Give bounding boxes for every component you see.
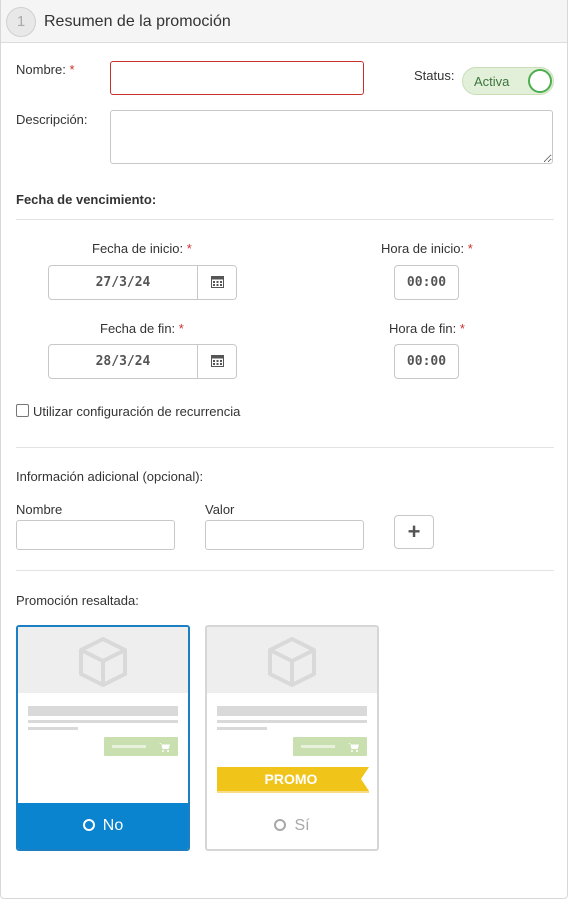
product-image-placeholder [18,627,188,693]
promotion-summary-panel: 1 Resumen de la promoción Nombre: * Stat… [0,0,568,899]
add-to-cart-placeholder [104,737,178,756]
hora-fin-label-text: Hora de fin: [389,321,457,336]
recurrence-label[interactable]: Utilizar configuración de recurrencia [33,404,240,419]
required-mark: * [186,241,192,256]
descripcion-label: Descripción: [16,112,88,127]
required-mark: * [178,321,184,336]
promo-ribbon: PROMO [217,767,369,793]
nombre-label-text: Nombre: [16,62,66,77]
recurrence-checkbox[interactable] [16,404,29,417]
info-nombre-label: Nombre [16,502,63,517]
divider [16,570,554,571]
divider [16,447,554,448]
step-number: 1 [6,7,36,37]
title-placeholder [217,706,367,716]
panel-title: Resumen de la promoción [44,13,231,30]
price-placeholder [112,745,146,748]
required-mark: * [69,62,75,77]
fecha-inicio-label-text: Fecha de inicio: [92,241,184,256]
status-toggle[interactable]: Activa [462,67,554,95]
text-placeholder [217,727,267,730]
plus-icon: + [407,519,421,544]
panel-header: 1 Resumen de la promoción [1,0,567,43]
fecha-fin-label: Fecha de fin: * [100,321,184,336]
calendar-icon [211,276,224,288]
fecha-fin-picker: 28/3/24 [48,344,237,379]
fecha-fin-label-text: Fecha de fin: [100,321,176,336]
fecha-inicio-calendar-button[interactable] [197,266,236,299]
add-info-button[interactable]: + [394,515,434,549]
text-placeholder [217,720,367,723]
hora-inicio-input[interactable]: 00:00 [394,265,459,300]
title-placeholder [28,706,178,716]
info-adicional-title: Información adicional (opcional): [16,469,204,484]
promo-option-si-card[interactable]: PROMO Sí [205,625,379,851]
cart-icon [348,743,359,752]
fecha-vencimiento-title: Fecha de vencimiento: [16,192,157,207]
nombre-label: Nombre: * [16,62,75,77]
required-mark: * [467,241,473,256]
product-image-placeholder [207,627,377,693]
divider [16,219,554,220]
radio-icon [274,819,287,831]
hora-inicio-label-text: Hora de inicio: [381,241,465,256]
promo-option-no-label: No [102,817,124,834]
cart-icon [159,743,170,752]
text-placeholder [28,727,78,730]
hora-inicio-label: Hora de inicio: * [381,241,473,256]
hora-fin-input[interactable]: 00:00 [394,344,459,379]
fecha-inicio-picker: 27/3/24 [48,265,237,300]
promo-option-no-card[interactable]: No [16,625,190,851]
promo-ribbon-text: PROMO [264,771,318,787]
add-to-cart-placeholder [293,737,367,756]
status-label: Status: [414,68,455,83]
info-nombre-input[interactable] [16,520,175,550]
required-mark: * [459,321,465,336]
fecha-inicio-input[interactable]: 27/3/24 [49,266,197,299]
descripcion-textarea[interactable] [110,110,553,164]
promo-option-no-radio[interactable]: No [18,803,188,849]
text-placeholder [28,720,178,723]
info-valor-label: Valor [205,502,235,517]
radio-icon [82,819,95,831]
status-toggle-label: Activa [474,74,510,89]
fecha-fin-input[interactable]: 28/3/24 [49,345,197,378]
promo-resaltada-title: Promoción resaltada: [16,593,139,608]
toggle-knob [528,69,552,93]
promo-option-si-label: Sí [294,817,310,834]
price-placeholder [301,745,335,748]
nombre-input[interactable] [110,61,364,95]
promo-option-si-radio[interactable]: Sí [207,803,377,849]
calendar-icon [211,355,224,367]
fecha-inicio-label: Fecha de inicio: * [92,241,192,256]
fecha-fin-calendar-button[interactable] [197,345,236,378]
box-icon [79,637,127,687]
hora-fin-label: Hora de fin: * [389,321,465,336]
box-icon [268,637,316,687]
info-valor-input[interactable] [205,520,364,550]
